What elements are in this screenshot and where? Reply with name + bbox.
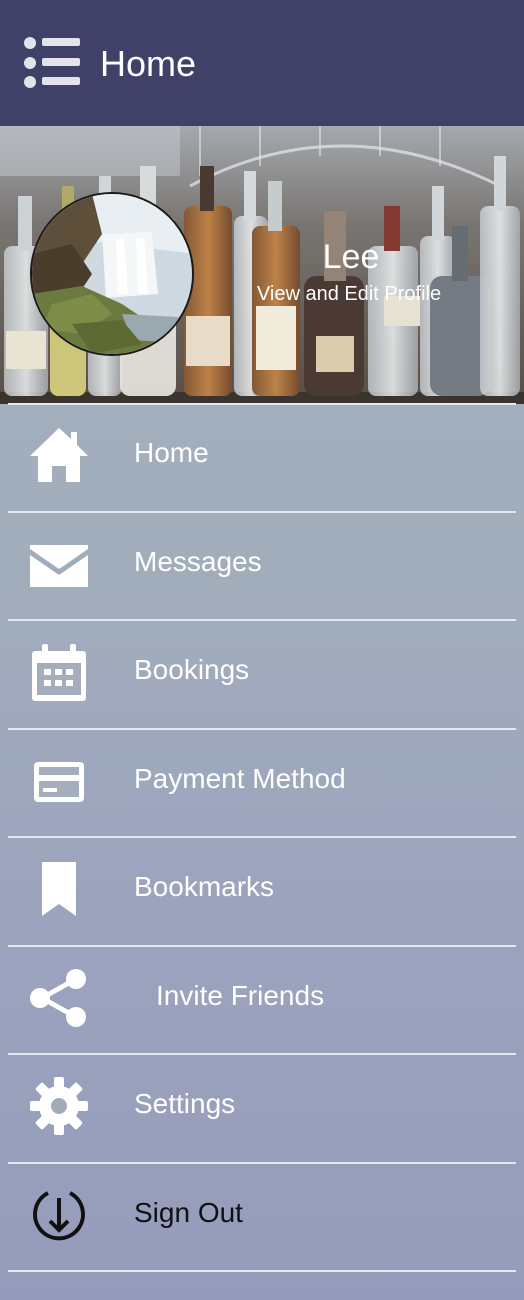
menu-item-label: Home bbox=[134, 437, 209, 468]
sign-out-icon bbox=[33, 1190, 85, 1240]
menu-item-settings[interactable]: Settings bbox=[0, 1055, 524, 1164]
menu-button[interactable] bbox=[22, 36, 82, 90]
menu-item-home[interactable]: Home bbox=[0, 404, 524, 513]
bookmark-icon bbox=[42, 862, 76, 916]
avatar[interactable] bbox=[30, 192, 194, 356]
menu-item-label: Sign Out bbox=[134, 1196, 243, 1228]
menu-item-bookings[interactable]: Bookings bbox=[0, 621, 524, 730]
menu-item-label: Settings bbox=[134, 1088, 236, 1119]
profile-name: Lee bbox=[322, 238, 380, 276]
view-edit-profile-link[interactable]: View and Edit Profile bbox=[246, 282, 452, 306]
menu-item-messages[interactable]: Messages bbox=[0, 513, 524, 622]
menu-item-label: Bookings bbox=[134, 654, 250, 685]
menu-item-label: Messages bbox=[134, 545, 262, 577]
list-menu-icon bbox=[24, 37, 80, 88]
side-menu: Home Messages Bookings Payment Method Bo… bbox=[0, 404, 524, 1272]
credit-card-icon bbox=[34, 761, 84, 802]
share-icon bbox=[30, 968, 86, 1027]
waterfall-avatar-image bbox=[32, 194, 192, 354]
home-icon bbox=[30, 428, 88, 482]
menu-item-bookmarks[interactable]: Bookmarks bbox=[0, 838, 524, 947]
menu-item-label: Bookmarks bbox=[134, 871, 275, 902]
menu-item-invite-friends[interactable]: Invite Friends bbox=[0, 947, 524, 1056]
menu-item-payment-method[interactable]: Payment Method bbox=[0, 730, 524, 839]
envelope-icon bbox=[30, 544, 88, 587]
menu-item-label: Payment Method bbox=[134, 762, 346, 794]
page-title: Home bbox=[100, 43, 197, 84]
app-header: Home bbox=[0, 0, 524, 126]
calendar-icon bbox=[32, 644, 86, 701]
profile-banner: Lee View and Edit Profile bbox=[0, 126, 524, 404]
gear-icon bbox=[30, 1077, 88, 1135]
menu-item-label: Invite Friends bbox=[156, 979, 325, 1011]
menu-item-sign-out[interactable]: Sign Out bbox=[0, 1164, 524, 1273]
